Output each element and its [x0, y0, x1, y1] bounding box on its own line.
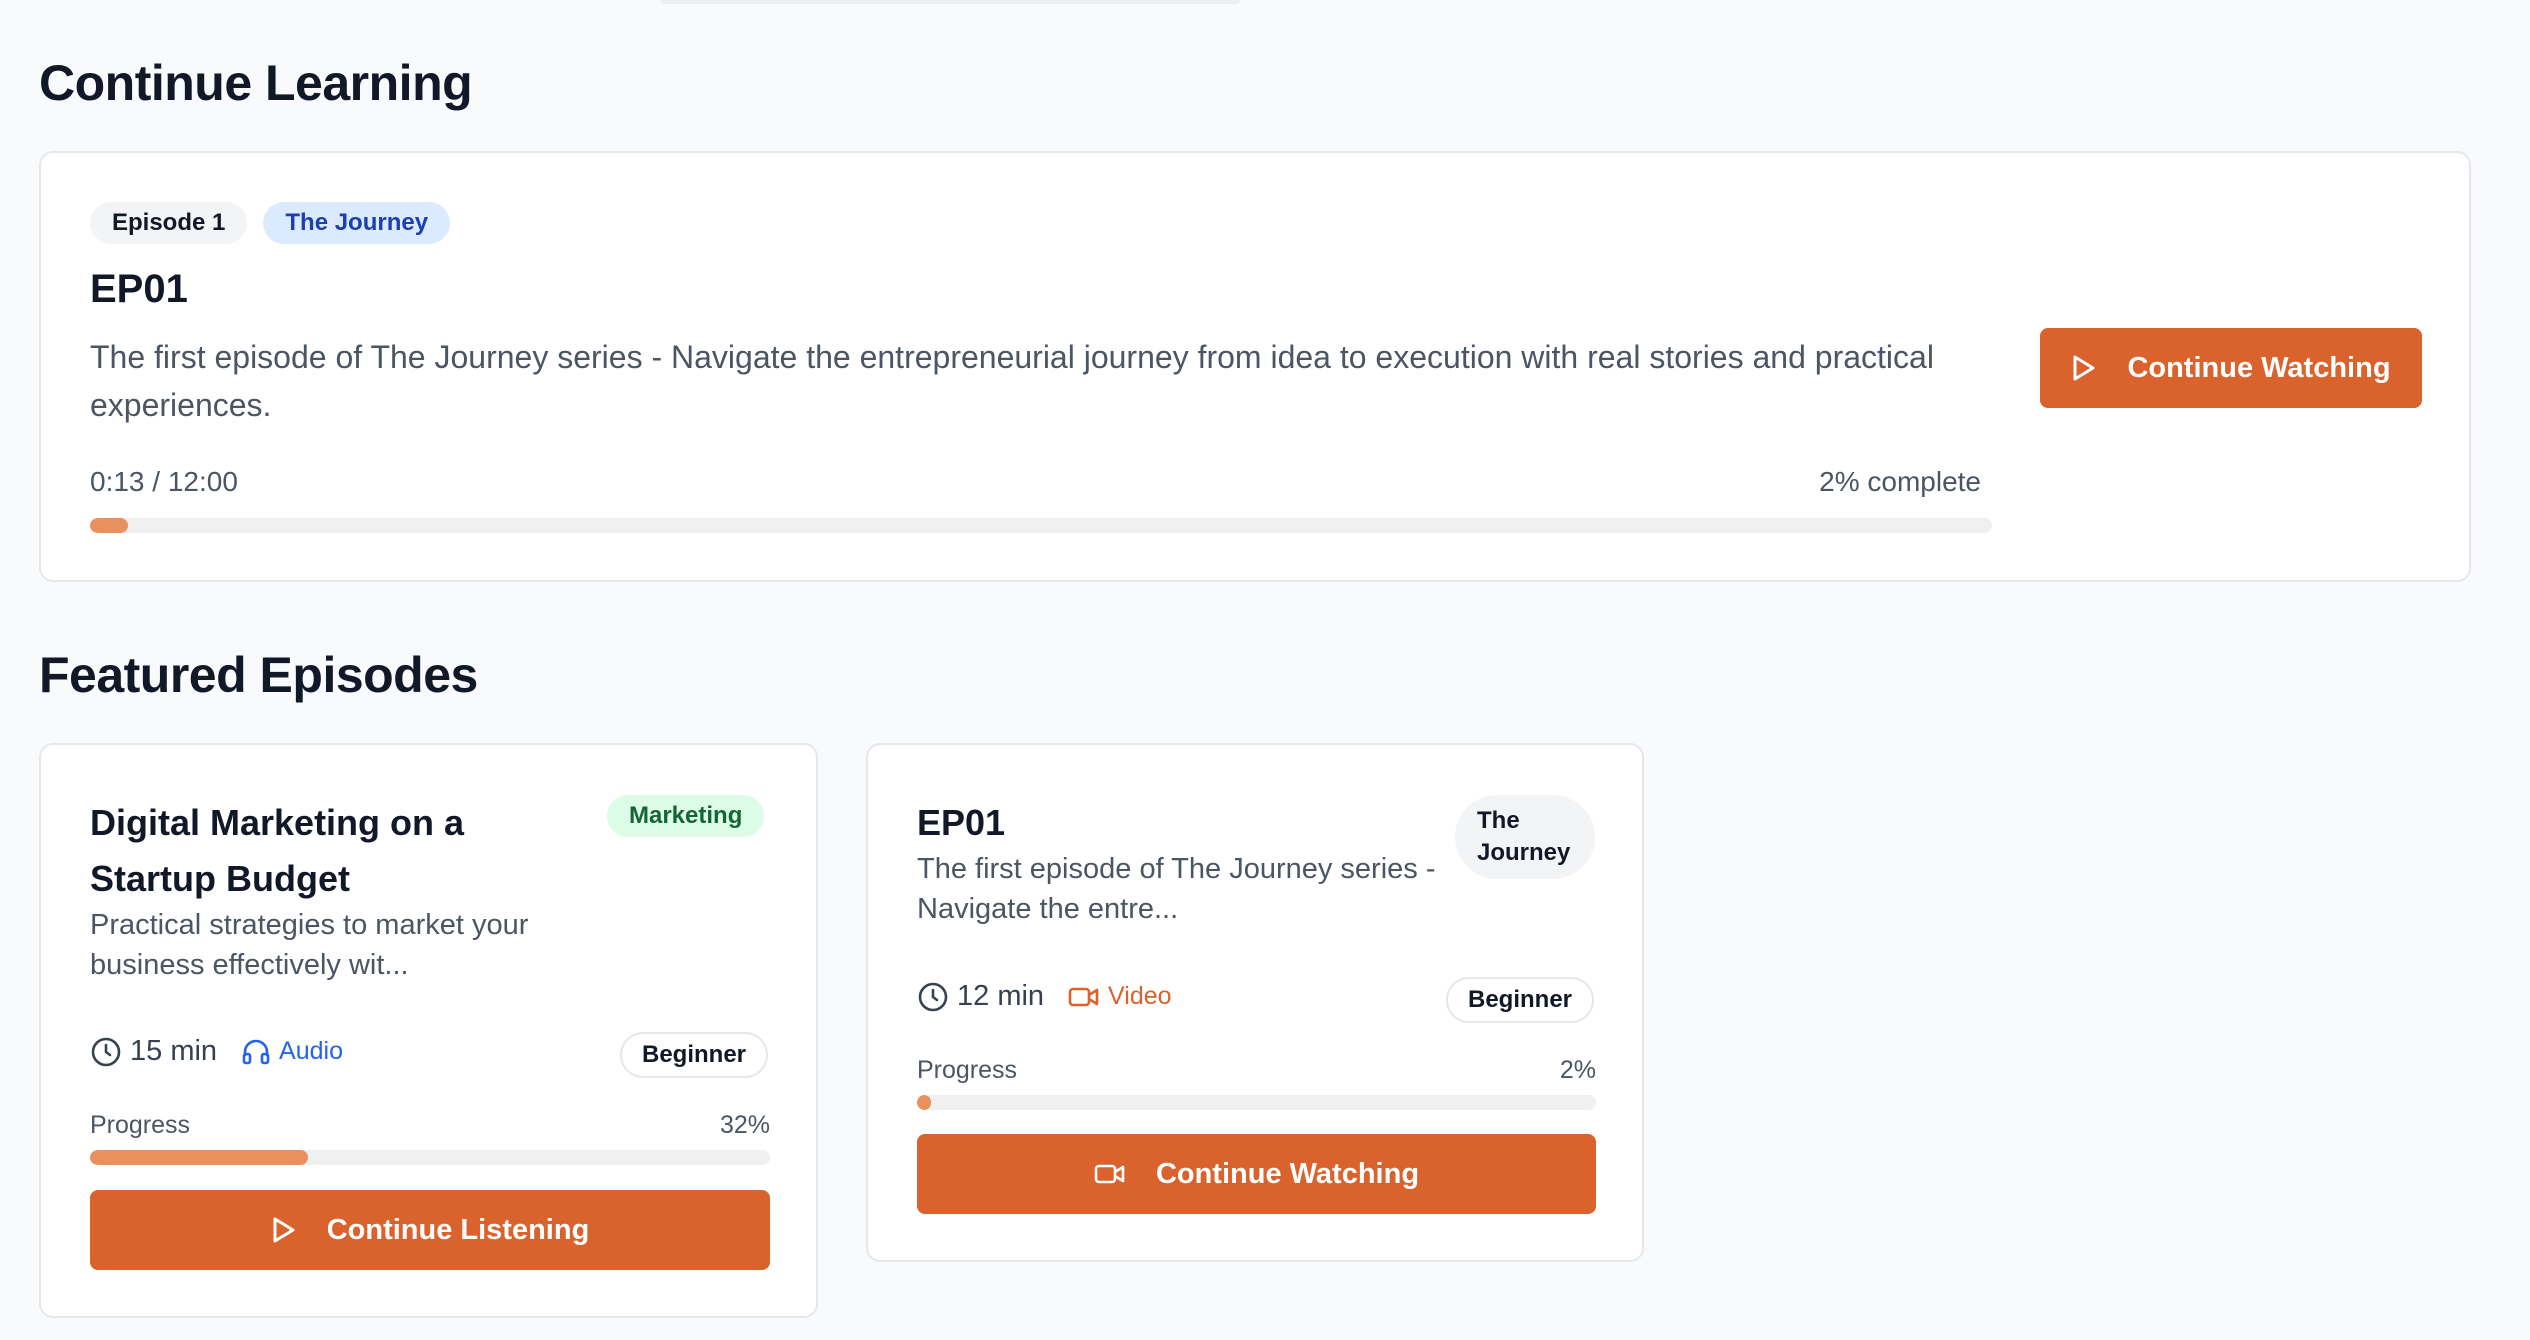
- episode-card-description: Practical strategies to market your busi…: [90, 909, 529, 981]
- clock-icon: [918, 982, 948, 1011]
- continue-learning-card[interactable]: Episode 1 The Journey EP01 The first epi…: [39, 151, 2471, 582]
- continue-watching-button[interactable]: Continue Watching: [917, 1134, 1596, 1214]
- media-type-text: Audio: [279, 1037, 343, 1065]
- progress-fill: [90, 1150, 308, 1165]
- play-icon: [273, 1217, 295, 1243]
- episode-card-description: The first episode of The Journey series …: [917, 853, 1436, 925]
- top-divider: [660, 0, 1240, 4]
- series-badge: The Journey: [263, 202, 451, 244]
- episode-card-title: Digital Marketing on a Startup Budget: [90, 802, 465, 899]
- level-badge: Beginner: [1446, 977, 1595, 1023]
- progress-percent: 2%: [1559, 1056, 1596, 1084]
- category-badge: The Journey: [1455, 795, 1595, 879]
- featured-episodes-heading: Featured Episodes: [39, 647, 478, 703]
- episode-card-title: EP01: [917, 802, 1006, 843]
- clock-icon: [91, 1037, 121, 1066]
- progress-track: [917, 1095, 1596, 1110]
- episode-card[interactable]: EP01 The Journey The first episode of Th…: [866, 743, 1644, 1262]
- category-badge: Marketing: [607, 795, 765, 837]
- progress-percent: 32%: [719, 1111, 770, 1139]
- time-readout: 0:13 / 12:00: [90, 466, 238, 497]
- progress-track: [90, 518, 1992, 533]
- play-icon: [2073, 355, 2095, 381]
- continue-learning-heading: Continue Learning: [39, 55, 473, 111]
- episode-title: EP01: [90, 267, 188, 311]
- episode-badge: Episode 1: [90, 202, 248, 244]
- episode-card[interactable]: Digital Marketing on a Startup Budget Ma…: [39, 743, 818, 1318]
- progress-label: Progress: [917, 1056, 1018, 1084]
- continue-listening-label: Continue Listening: [326, 1213, 590, 1246]
- meta-row: 15 min Audio: [90, 1035, 343, 1068]
- continue-listening-button[interactable]: Continue Listening: [90, 1190, 770, 1270]
- meta-row: 12 min Video: [917, 980, 1172, 1013]
- headphones-icon: [242, 1039, 270, 1064]
- video-icon: [1094, 1164, 1125, 1184]
- continue-watching-label: Continue Watching: [2127, 351, 2391, 384]
- progress-fill: [90, 518, 129, 533]
- video-icon: [1068, 987, 1099, 1006]
- continue-watching-label: Continue Watching: [1155, 1157, 1420, 1190]
- continue-watching-button[interactable]: Continue Watching: [2040, 328, 2422, 408]
- badge-row: Episode 1 The Journey: [90, 202, 451, 244]
- complete-readout: 2% complete: [1819, 466, 1981, 497]
- progress-fill: [917, 1095, 931, 1110]
- level-badge: Beginner: [620, 1032, 769, 1078]
- duration-text: 12 min: [957, 980, 1045, 1012]
- media-type-text: Video: [1108, 982, 1172, 1010]
- duration-text: 15 min: [130, 1035, 218, 1067]
- episode-description: The first episode of The Journey series …: [90, 339, 1934, 423]
- progress-label: Progress: [90, 1111, 191, 1139]
- progress-track: [90, 1150, 770, 1165]
